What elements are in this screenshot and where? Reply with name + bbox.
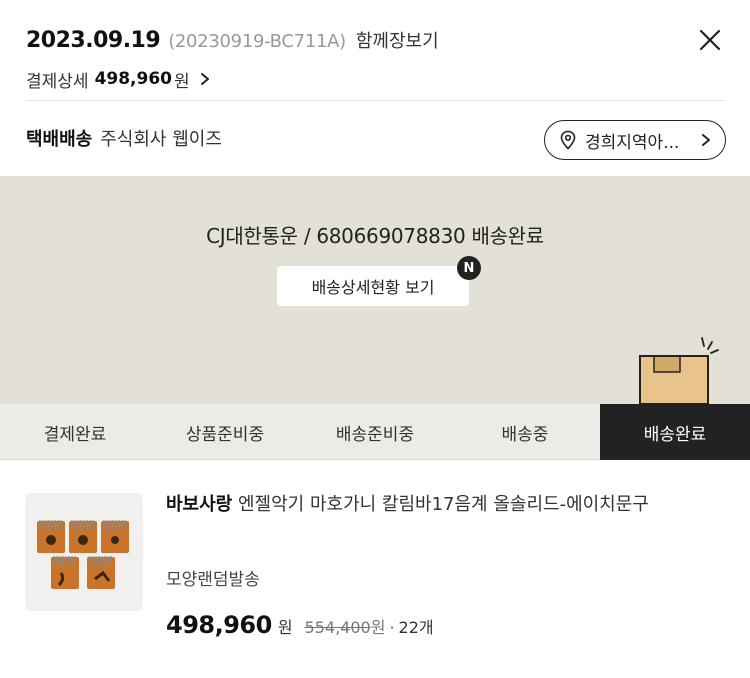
close-button[interactable] — [694, 24, 726, 56]
tab-payment-complete[interactable]: 결제완료 — [0, 404, 150, 460]
product-quantity: 22개 — [398, 618, 434, 637]
delivery-detail-button[interactable]: 배송상세현황 보기 — [277, 266, 469, 306]
tab-preparing-product[interactable]: 상품준비중 — [150, 404, 300, 460]
payment-detail-link[interactable]: 결제상세 498,960 원 — [26, 66, 212, 92]
order-date-row: 2023.09.19 (20230919-BC711A) 함께장보기 — [26, 27, 439, 57]
product-original-unit: 원 — [370, 618, 386, 637]
order-header: 2023.09.19 (20230919-BC711A) 함께장보기 결제상세 … — [0, 0, 750, 100]
chevron-right-icon — [200, 73, 209, 85]
shipping-info: 택배배송 주식회사 웹이즈 — [26, 124, 222, 152]
product-brand: 바보사랑 — [166, 494, 233, 515]
region-label: 경희지역아... — [585, 132, 680, 153]
product-name: 엔젤악기 마호가니 칼림바17음계 올솔리드-에이치문구 — [237, 494, 649, 515]
product-price: 498,960 — [166, 611, 272, 639]
product-price-row: 498,960 원 554,400 원 · 22개 — [166, 611, 434, 645]
payment-detail-label: 결제상세 — [26, 71, 89, 92]
header-divider — [26, 100, 725, 101]
product-item[interactable]: 바보사랑 엔젤악기 마호가니 칼림바17음계 올솔리드-에이치문구 모양랜덤발송… — [0, 461, 750, 678]
chevron-right-icon — [702, 134, 710, 146]
delivery-progress-tabs: 결제완료 상품준비중 배송준비중 배송중 배송완료 — [0, 404, 750, 460]
together-shopping-link[interactable]: 함께장보기 — [356, 27, 439, 53]
product-option: 모양랜덤발송 — [166, 570, 260, 590]
shipping-method: 택배배송 — [26, 129, 93, 150]
product-price-unit: 원 — [277, 618, 293, 637]
location-pin-icon — [560, 130, 576, 150]
tracking-status-text: CJ대한통운 / 680669078830 배송완료 — [206, 224, 544, 248]
product-original-price: 554,400 — [304, 618, 371, 637]
delivery-status-panel: CJ대한통운 / 680669078830 배송완료 배송상세현황 보기 N — [0, 176, 750, 404]
order-date: 2023.09.19 — [26, 28, 161, 53]
product-title[interactable]: 바보사랑 엔젤악기 마호가니 칼림바17음계 올솔리드-에이치문구 — [166, 491, 726, 519]
order-code: (20230919-BC711A) — [168, 31, 346, 52]
payment-amount: 498,960 — [94, 69, 172, 89]
payment-unit: 원 — [174, 71, 190, 92]
region-button[interactable]: 경희지역아... — [544, 120, 726, 160]
separator-dot: · — [389, 618, 395, 637]
close-icon — [699, 29, 721, 51]
tab-delivered[interactable]: 배송완료 — [600, 404, 750, 460]
tab-in-transit[interactable]: 배송중 — [450, 404, 600, 460]
seller-name: 주식회사 웹이즈 — [100, 129, 222, 150]
delivery-box-icon — [639, 337, 719, 404]
kalimba-image — [25, 493, 143, 611]
tab-preparing-shipment[interactable]: 배송준비중 — [300, 404, 450, 460]
product-thumbnail[interactable] — [25, 493, 143, 611]
new-badge: N — [457, 256, 481, 280]
